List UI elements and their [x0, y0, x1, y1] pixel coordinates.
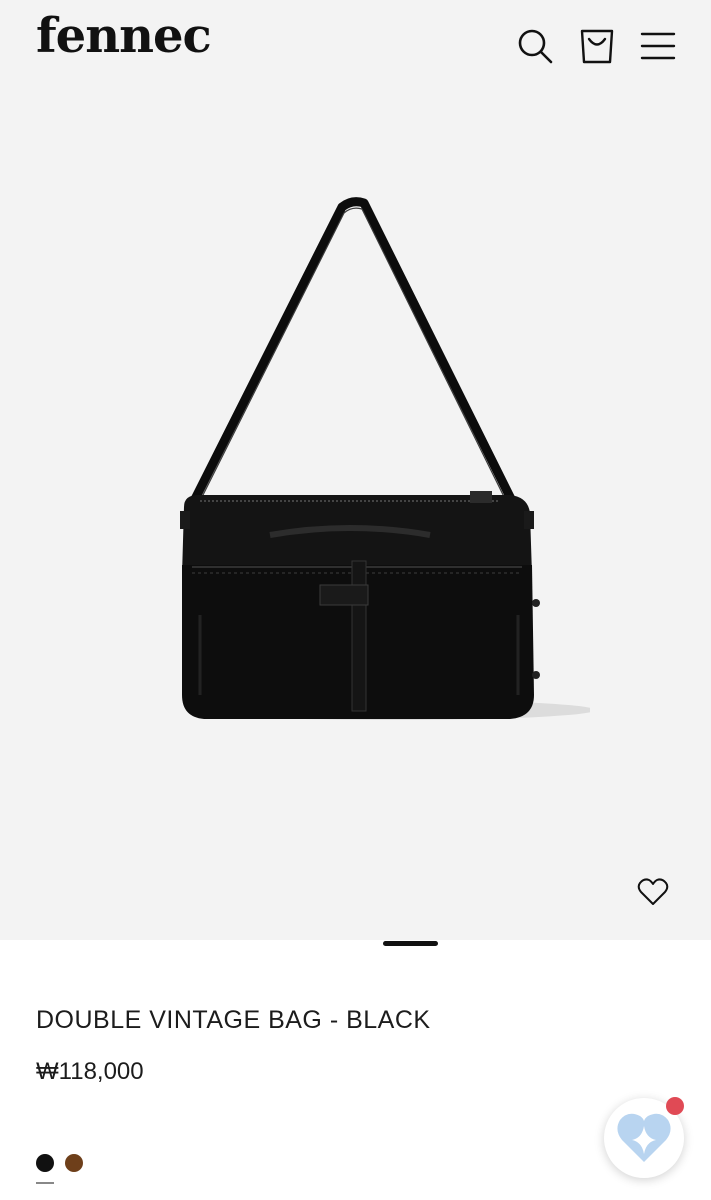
gallery-page-indicator[interactable] — [383, 941, 438, 946]
notification-badge — [666, 1097, 684, 1115]
product-gallery[interactable] — [0, 90, 711, 940]
search-icon[interactable] — [515, 26, 555, 66]
site-header: fennec — [0, 0, 711, 90]
selected-swatch-underline — [36, 1182, 54, 1184]
brand-logo[interactable]: fennec — [36, 8, 212, 64]
wishlist-heart-icon[interactable] — [636, 875, 670, 909]
product-image — [180, 197, 590, 720]
color-swatch-black[interactable] — [36, 1154, 54, 1172]
menu-icon[interactable] — [638, 26, 678, 66]
product-title: DOUBLE VINTAGE BAG - BLACK — [36, 1006, 431, 1034]
color-swatch-brown[interactable] — [65, 1154, 83, 1172]
product-price: ₩118,000 — [36, 1058, 144, 1085]
heart-chat-icon — [617, 1113, 671, 1162]
shopping-bag-icon[interactable] — [577, 26, 617, 66]
